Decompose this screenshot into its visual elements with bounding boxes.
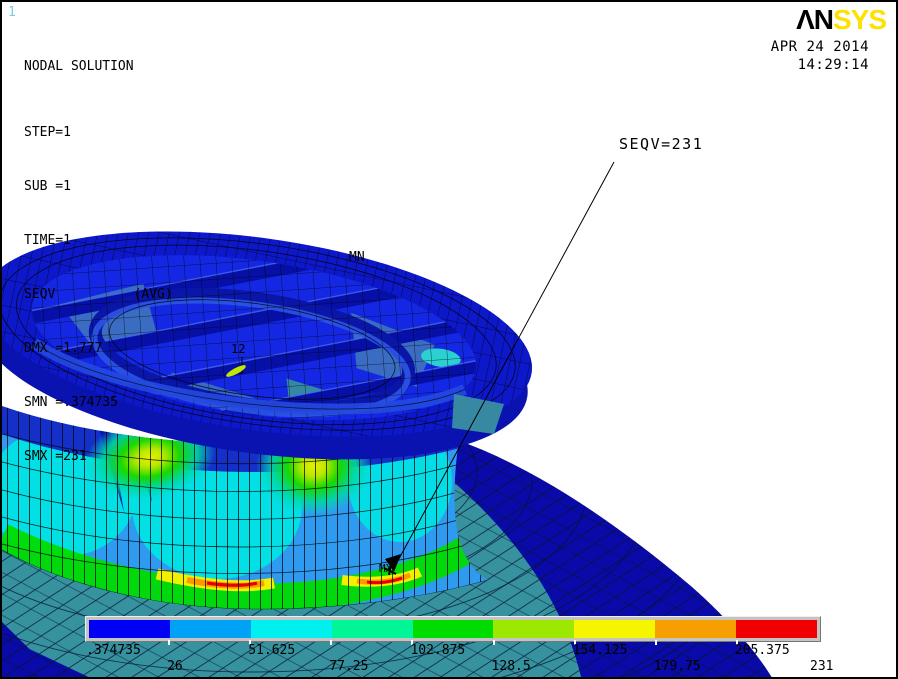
date-label: APR 24 2014	[771, 38, 869, 56]
legend-segment-4	[413, 620, 494, 638]
ansys-graphics-window: 1 NODAL SOLUTION STEP=1 SUB =1 TIME=1 SE…	[0, 0, 898, 679]
solution-line-time: TIME=1	[24, 232, 173, 250]
solution-info-block: NODAL SOLUTION STEP=1 SUB =1 TIME=1 SEQV…	[24, 22, 173, 502]
window-number: 1	[8, 5, 16, 20]
time-label: 14:29:14	[771, 56, 869, 74]
entity-number-label: 12	[231, 342, 245, 356]
legend-segment-8	[736, 620, 817, 638]
stress-legend-bar	[85, 616, 821, 642]
max-node-label: MX	[379, 562, 392, 575]
solution-line-step: STEP=1	[24, 124, 173, 142]
legend-segment-7	[655, 620, 736, 638]
max-stress-annotation: SEQV=231	[619, 135, 703, 153]
solution-line-seqv: SEQV (AVG)	[24, 286, 173, 304]
solution-line-dmx: DMX =1.777	[24, 340, 173, 358]
ansys-logo-accent: SYS	[833, 4, 886, 35]
min-node-label: MN	[349, 250, 365, 265]
legend-segment-1	[170, 620, 251, 638]
legend-segment-0	[89, 620, 170, 638]
solution-line-smx: SMX =231	[24, 448, 173, 466]
legend-segment-6	[574, 620, 655, 638]
solution-title: NODAL SOLUTION	[24, 58, 173, 76]
ansys-logo: ΛNSYS	[796, 4, 886, 36]
datetime-block: APR 24 2014 14:29:14	[771, 38, 869, 74]
solution-line-sub: SUB =1	[24, 178, 173, 196]
legend-segment-2	[251, 620, 332, 638]
ansys-logo-dark: ΛN	[796, 4, 833, 35]
legend-segment-3	[332, 620, 413, 638]
legend-segment-5	[493, 620, 574, 638]
solution-line-smn: SMN =.374735	[24, 394, 173, 412]
legend-color-segments	[89, 620, 817, 638]
